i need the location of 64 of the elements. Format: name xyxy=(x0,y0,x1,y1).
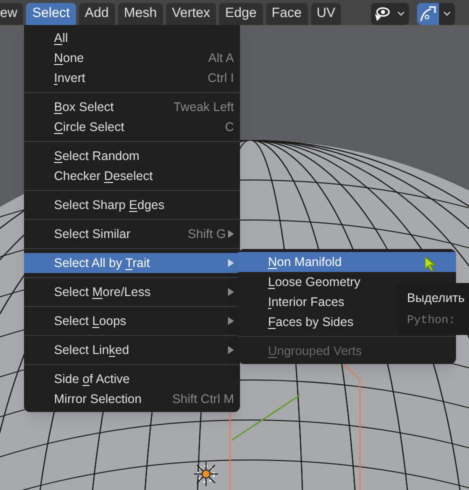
shortcut-label: Alt A xyxy=(208,50,234,67)
curve-icon xyxy=(419,4,437,22)
menu-item-label: Select Random xyxy=(54,148,140,165)
3d-cursor-icon xyxy=(192,460,220,488)
menu-item[interactable]: Select Loops xyxy=(24,311,240,331)
tooltip-title: Выделить xyxy=(407,290,466,307)
submenu-arrow-icon xyxy=(228,317,234,325)
menu-item-label: Mirror Selection xyxy=(54,390,142,408)
menu-tab[interactable]: Mesh xyxy=(118,2,163,24)
menu-item-label: Select More/Less xyxy=(54,284,151,301)
header-tool-button[interactable] xyxy=(417,2,455,24)
menu-tab[interactable]: Select xyxy=(26,2,76,24)
menu-item-label: Side of Active xyxy=(54,370,130,388)
menu-item[interactable]: Circle Select C xyxy=(24,117,240,137)
submenu-arrow-icon xyxy=(228,230,234,238)
menu-tab[interactable]: Vertex xyxy=(166,2,216,24)
menu-item-label: Loose Geometry xyxy=(268,274,360,291)
menu-item-label: Ungrouped Verts xyxy=(268,342,362,360)
mouse-cursor-icon xyxy=(424,256,436,272)
menu-item-label: All xyxy=(54,30,68,47)
menu-item[interactable]: Non Manifold xyxy=(238,252,456,272)
menu-item[interactable]: None Alt A xyxy=(24,48,240,68)
menu-item[interactable]: Side of Active xyxy=(24,369,240,389)
tooltip-python: Python: xyxy=(407,312,456,329)
menu-item[interactable]: Select Sharp Edges xyxy=(24,195,240,215)
menu-item[interactable]: Select All by Trait xyxy=(24,253,240,273)
shortcut-label: Ctrl I xyxy=(208,70,234,87)
menu-item-label: Select Similar xyxy=(54,226,130,243)
shortcut-label: Tweak Left xyxy=(174,98,234,116)
menu-tab[interactable]: ew xyxy=(0,2,24,24)
menu-tab[interactable]: Add xyxy=(78,2,115,24)
submenu-arrow-icon xyxy=(228,346,234,354)
menu-item-label: Checker Deselect xyxy=(54,168,153,185)
menu-item[interactable]: Invert Ctrl I xyxy=(24,68,240,88)
menu-item-label: Non Manifold xyxy=(268,254,342,271)
menu-item[interactable]: Select More/Less xyxy=(24,282,240,302)
menu-tab[interactable]: UV xyxy=(310,2,342,24)
submenu-arrow-icon xyxy=(228,259,234,267)
shortcut-label: C xyxy=(224,118,234,136)
menu-item-label: Select Sharp Edges xyxy=(54,196,164,214)
header-tool-button[interactable] xyxy=(371,2,409,24)
menu-item[interactable]: Select Similar Shift G xyxy=(24,224,240,244)
menu-item-label: Select Loops xyxy=(54,312,126,330)
chevron-down-icon xyxy=(443,11,451,16)
chevron-down-icon xyxy=(397,11,405,16)
shortcut-label: Shift G xyxy=(188,226,226,243)
menu-item-label: Select All by Trait xyxy=(54,254,150,272)
menu-item-label: Select Linked xyxy=(54,342,130,359)
menu-item-label: Circle Select xyxy=(54,118,124,136)
menu-item[interactable]: Mirror Selection Shift Ctrl M xyxy=(24,389,240,409)
shortcut-label: Shift Ctrl M xyxy=(172,390,234,408)
menu-item[interactable]: Box Select Tweak Left xyxy=(24,97,240,117)
menu-item-label: Box Select xyxy=(54,98,114,116)
menu-tab[interactable]: Edge xyxy=(219,2,263,24)
menu-item[interactable]: Select Random xyxy=(24,146,240,166)
menu-item[interactable]: Loose Geometry xyxy=(238,272,456,292)
menu-item-label: Invert xyxy=(54,70,86,87)
eye-icon xyxy=(373,6,391,22)
menu-item-label: None xyxy=(54,50,84,67)
submenu-arrow-icon xyxy=(228,288,234,296)
menu-item[interactable]: Select Linked xyxy=(24,340,240,360)
menu-item[interactable]: All xyxy=(24,28,240,48)
menu-item[interactable]: Checker Deselect xyxy=(24,166,240,186)
menu-tab[interactable]: Face xyxy=(266,2,308,24)
